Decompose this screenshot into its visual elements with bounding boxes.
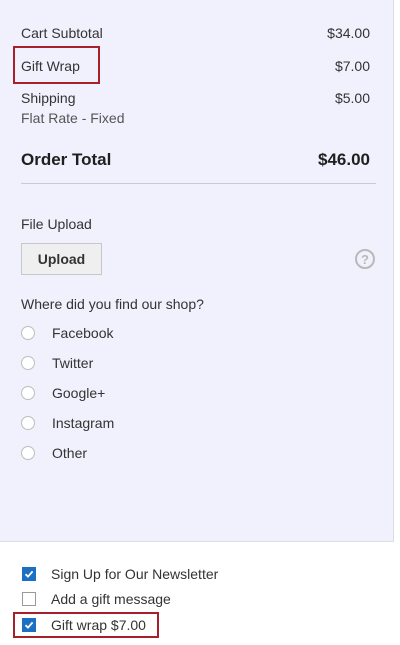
order-total-row: Order Total $46.00 <box>21 150 370 170</box>
checkbox-unchecked[interactable] <box>22 592 36 606</box>
radio-button[interactable] <box>21 416 35 430</box>
newsletter-label: Sign Up for Our Newsletter <box>51 566 219 582</box>
shipping-method: Flat Rate - Fixed <box>21 110 125 126</box>
upload-button[interactable]: Upload <box>21 243 102 275</box>
survey-question: Where did you find our shop? <box>21 296 204 312</box>
gift-message-option[interactable]: Add a gift message <box>22 590 171 608</box>
survey-option-label: Other <box>52 445 88 461</box>
survey-option-twitter[interactable]: Twitter <box>21 353 93 373</box>
checkbox-checked[interactable] <box>22 618 36 632</box>
survey-option-google-plus[interactable]: Google+ <box>21 383 105 403</box>
survey-option-instagram[interactable]: Instagram <box>21 413 114 433</box>
survey-option-facebook[interactable]: Facebook <box>21 323 113 343</box>
radio-button[interactable] <box>21 356 35 370</box>
cart-subtotal-value: $34.00 <box>327 25 370 41</box>
file-upload-label: File Upload <box>21 216 92 232</box>
newsletter-option[interactable]: Sign Up for Our Newsletter <box>22 565 218 583</box>
gift-message-label: Add a gift message <box>51 591 171 607</box>
cart-subtotal-label: Cart Subtotal <box>21 25 103 41</box>
survey-option-label: Google+ <box>52 385 106 401</box>
survey-option-label: Instagram <box>52 415 115 431</box>
survey-option-label: Facebook <box>52 325 114 341</box>
radio-button[interactable] <box>21 326 35 340</box>
checkbox-checked[interactable] <box>22 567 36 581</box>
divider <box>21 183 376 184</box>
radio-button[interactable] <box>21 446 35 460</box>
shipping-label: Shipping <box>21 90 76 106</box>
order-total-value: $46.00 <box>318 150 370 169</box>
gift-wrap-value: $7.00 <box>334 58 370 74</box>
checkmark-icon <box>24 621 34 629</box>
survey-option-other[interactable]: Other <box>21 443 87 463</box>
help-icon[interactable]: ? <box>355 249 375 269</box>
cart-subtotal-row: Cart Subtotal $34.00 <box>21 24 370 42</box>
gift-wrap-row: Gift Wrap $7.00 <box>21 57 370 75</box>
order-total-label: Order Total <box>21 150 112 169</box>
radio-button[interactable] <box>21 386 35 400</box>
gift-wrap-label: Gift Wrap <box>21 58 80 74</box>
checkmark-icon <box>24 570 34 578</box>
survey-option-label: Twitter <box>52 355 94 371</box>
shipping-row: Shipping $5.00 <box>21 89 370 107</box>
gift-wrap-option-label: Gift wrap $7.00 <box>51 617 146 633</box>
shipping-value: $5.00 <box>334 90 370 106</box>
order-summary-panel: Cart Subtotal $34.00 Gift Wrap $7.00 Shi… <box>0 0 394 542</box>
gift-wrap-option[interactable]: Gift wrap $7.00 <box>22 616 146 634</box>
